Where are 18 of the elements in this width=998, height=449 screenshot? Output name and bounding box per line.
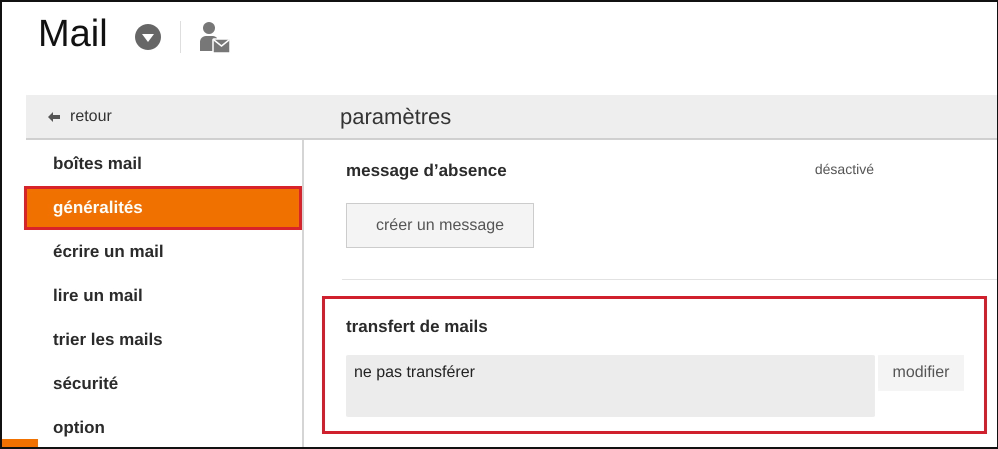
sidebar-item[interactable]: option <box>24 406 302 447</box>
sidebar-item[interactable]: lire un mail <box>24 274 302 318</box>
back-arrow-icon <box>48 112 60 122</box>
section-heading: message d’absence <box>346 161 507 181</box>
page-title: paramètres <box>339 102 452 131</box>
forwarding-field[interactable]: ne pas transférer <box>346 355 875 417</box>
sidebar-item[interactable]: sécurité <box>24 362 302 406</box>
create-message-button[interactable]: créer un message <box>346 203 534 248</box>
section-heading: transfert de mails <box>346 317 489 337</box>
back-link[interactable]: retour <box>48 108 112 126</box>
person-mail-icon[interactable] <box>198 20 231 54</box>
status-text: désactivé <box>814 161 874 179</box>
app-title: Mail <box>38 13 108 56</box>
modify-button[interactable]: modifier <box>878 355 964 391</box>
sidebar-item[interactable]: écrire un mail <box>24 230 302 274</box>
sidebar-item[interactable]: boîtes mail <box>24 142 302 186</box>
sidebar-item[interactable]: trier les mails <box>24 318 302 362</box>
dropdown-icon[interactable] <box>134 22 162 50</box>
